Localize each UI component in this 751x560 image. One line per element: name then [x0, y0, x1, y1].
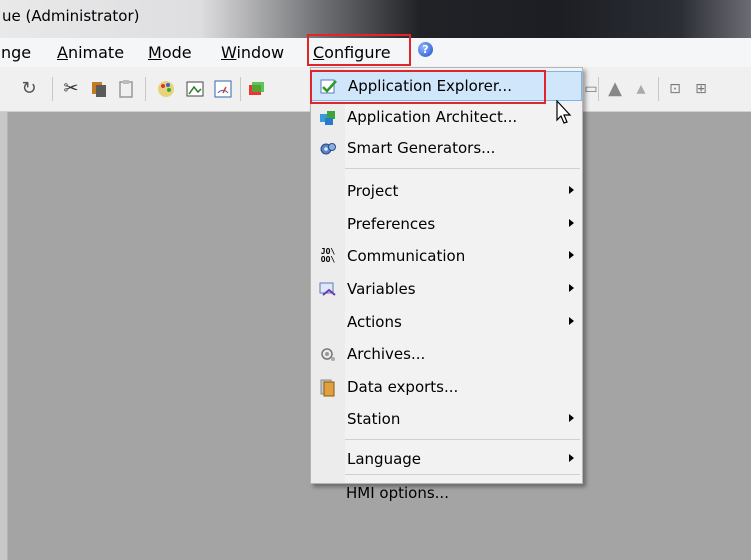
align-icon[interactable]: ▭: [580, 79, 602, 99]
send-back-icon[interactable]: ▴: [630, 79, 652, 99]
menu-mode[interactable]: Mode: [148, 43, 192, 62]
menu-item-label: Data exports...: [347, 378, 459, 396]
toolbar-separator: [658, 77, 659, 101]
menu-item-variables[interactable]: Variables: [311, 275, 582, 305]
configure-menu: Application Explorer... Application Arch…: [310, 67, 583, 484]
snap-icon[interactable]: ⊡: [664, 79, 686, 99]
menu-item-actions[interactable]: Actions: [311, 308, 582, 338]
menu-label: nge: [1, 43, 32, 62]
submenu-arrow-icon: [569, 317, 574, 325]
paste-icon[interactable]: [115, 79, 137, 104]
menu-item-application-architect[interactable]: Application Architect...: [311, 103, 582, 133]
submenu-arrow-icon: [569, 186, 574, 194]
bitmap-icon[interactable]: [184, 79, 206, 104]
application-architect-icon: [319, 109, 337, 127]
menu-separator: [345, 168, 580, 169]
menu-item-label: Application Architect...: [347, 108, 518, 126]
smart-generators-icon: [319, 140, 337, 158]
menu-separator: [345, 439, 580, 440]
menu-label: indow: [236, 43, 285, 62]
menu-item-label: Variables: [347, 280, 416, 298]
help-icon[interactable]: ?: [418, 42, 433, 57]
submenu-arrow-icon: [569, 414, 574, 422]
menu-window[interactable]: Window: [221, 43, 284, 62]
menu-item-label: HMI options...: [346, 484, 449, 502]
menu-item-label: Station: [347, 410, 401, 428]
grid-icon[interactable]: ⊞: [690, 79, 712, 99]
menu-item-smart-generators[interactable]: Smart Generators...: [311, 134, 582, 164]
gauge-icon[interactable]: [212, 79, 234, 104]
mouse-cursor-icon: [556, 100, 572, 124]
toolbar-separator: [52, 77, 53, 101]
bring-front-icon[interactable]: ▲: [604, 79, 626, 99]
menu-change[interactable]: nge: [1, 43, 31, 62]
archives-icon: [319, 346, 337, 364]
layers-icon[interactable]: [246, 79, 268, 104]
left-panel-edge: [0, 112, 8, 560]
application-explorer-highlight-box: [310, 70, 546, 104]
menu-item-language[interactable]: Language: [311, 445, 582, 475]
menu-item-hmi-options[interactable]: HMI options...: [310, 479, 581, 509]
menu-item-preferences[interactable]: Preferences: [311, 210, 582, 240]
variables-icon: [319, 281, 337, 299]
menu-item-project[interactable]: Project: [311, 177, 582, 207]
menu-item-archives[interactable]: Archives...: [311, 340, 582, 370]
menu-animate[interactable]: Animate: [57, 43, 124, 62]
configure-highlight-box: [307, 34, 411, 66]
copy-icon[interactable]: [88, 79, 110, 104]
submenu-arrow-icon: [569, 284, 574, 292]
submenu-arrow-icon: [569, 251, 574, 259]
toolbar-separator: [145, 77, 146, 101]
palette-icon[interactable]: [155, 79, 177, 104]
title-bar: ue (Administrator): [0, 0, 751, 38]
menu-item-label: Actions: [347, 313, 402, 331]
window-title: ue (Administrator): [2, 7, 140, 25]
menu-item-station[interactable]: Station: [311, 405, 582, 435]
menu-item-data-exports[interactable]: Data exports...: [311, 373, 582, 403]
menu-item-label: Archives...: [347, 345, 426, 363]
redo-icon[interactable]: ↻: [18, 79, 40, 99]
menu-label: nimate: [67, 43, 125, 62]
cut-icon[interactable]: ✂: [60, 79, 82, 99]
submenu-arrow-icon: [569, 219, 574, 227]
menu-label: ode: [161, 43, 192, 62]
menu-accel-key: M: [148, 43, 162, 62]
menu-accel-key: W: [221, 43, 237, 62]
menu-item-label: Preferences: [347, 215, 436, 233]
menu-accel-key: A: [57, 43, 68, 62]
menu-separator: [345, 474, 580, 475]
data-exports-icon: [319, 379, 337, 397]
menu-item-communication[interactable]: JO\ OO\ Communication: [311, 242, 582, 272]
menu-item-label: Communication: [347, 247, 466, 265]
submenu-arrow-icon: [569, 454, 574, 462]
communication-icon: JO\ OO\: [320, 247, 336, 264]
menu-item-label: Smart Generators...: [347, 139, 496, 157]
toolbar-separator: [240, 77, 241, 101]
menu-item-label: Project: [347, 182, 399, 200]
menu-item-label: Language: [347, 450, 422, 468]
